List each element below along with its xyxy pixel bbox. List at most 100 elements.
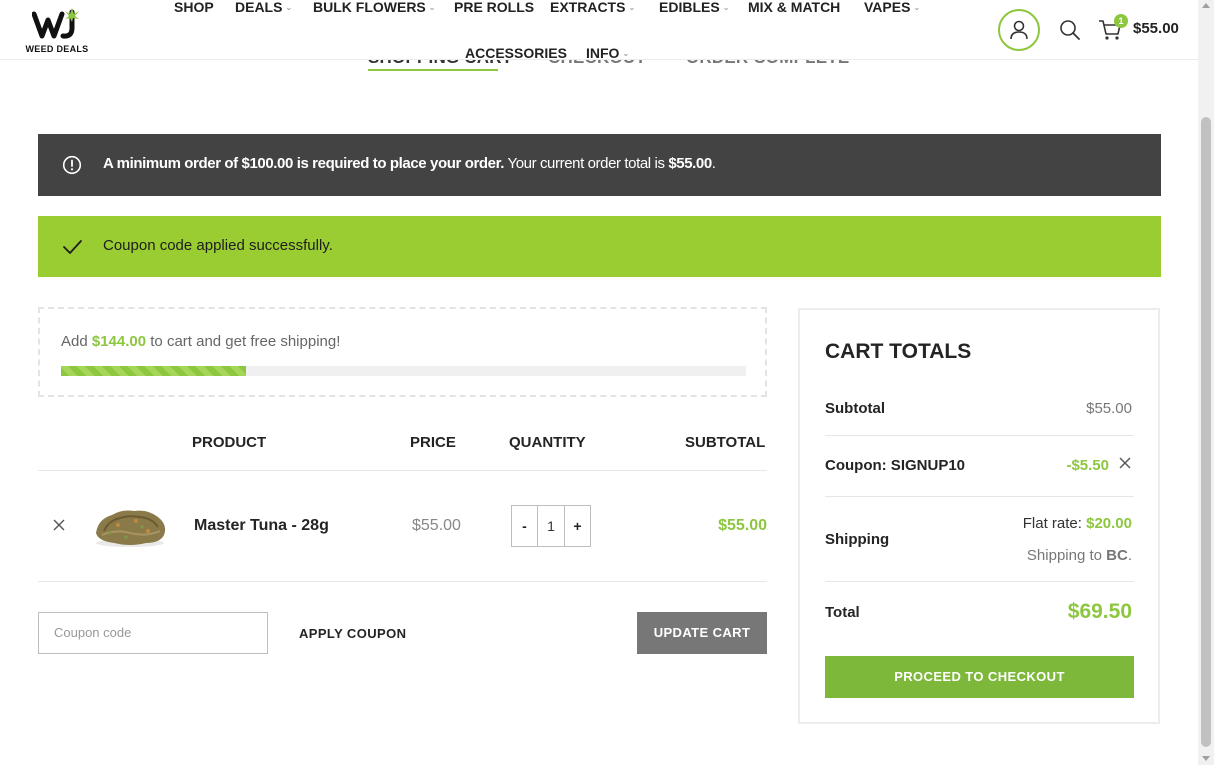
header-cart[interactable]: 1 $55.00 [1098, 14, 1188, 44]
minimum-order-text: A minimum order of $100.00 is required t… [103, 155, 716, 172]
update-cart-button[interactable]: UPDATE CART [637, 612, 767, 654]
free-shipping-progress-fill [61, 366, 246, 376]
shipping-destination: Shipping to BC. [1027, 547, 1132, 564]
logo-text: WEED DEALS [25, 44, 89, 54]
apply-coupon-button[interactable]: APPLY COUPON [299, 626, 406, 641]
header-cart-total: $55.00 [1133, 20, 1179, 37]
shipping-rate-value: $20.00 [1086, 515, 1132, 532]
nav-pre-rolls[interactable]: PRE ROLLS [454, 0, 534, 15]
coupon-success-text: Coupon code applied successfully. [103, 237, 333, 254]
page-scrollbar[interactable] [1198, 0, 1214, 765]
proceed-to-checkout-button[interactable]: PROCEED TO CHECKOUT [825, 656, 1134, 698]
chevron-down-icon: ⌄ [285, 3, 293, 12]
subtotal-label: Subtotal [825, 400, 885, 417]
user-icon [1010, 20, 1028, 40]
nav-extracts[interactable]: EXTRACTS ⌄ [550, 0, 635, 15]
coupon-discount-value: -$5.50 [1066, 457, 1109, 474]
minimum-order-body: Your current order total is [503, 155, 669, 172]
shipping-to-end: . [1127, 547, 1132, 564]
coupon-success-notice: Coupon code applied successfully. [38, 216, 1161, 277]
nav-accessories[interactable]: ACCESSORIES [465, 45, 567, 61]
account-button[interactable] [998, 9, 1040, 51]
quantity-stepper: - 1 + [511, 505, 591, 547]
minimum-order-notice: A minimum order of $100.00 is required t… [38, 134, 1161, 196]
remove-item-button[interactable] [50, 516, 68, 534]
chevron-down-icon: ⌄ [428, 3, 436, 12]
subtotal-value: $55.00 [1086, 400, 1132, 417]
chevron-down-icon: ⌄ [722, 3, 730, 12]
step-active-underline [368, 69, 498, 71]
close-icon [53, 519, 65, 531]
nav-accessories-label: ACCESSORIES [465, 45, 567, 61]
totals-divider [825, 581, 1134, 582]
nav-extracts-label: EXTRACTS [550, 0, 626, 15]
nav-deals-label: DEALS [235, 0, 283, 15]
nav-vapes-label: VAPES [864, 0, 911, 15]
site-header: WEED DEALS SHOP DEALS ⌄ BULK FLOWERS ⌄ PRE… [0, 0, 1198, 61]
product-price: $55.00 [412, 517, 461, 534]
col-header-price: PRICE [410, 434, 456, 451]
quantity-decrease-button[interactable]: - [512, 506, 537, 546]
nav-deals[interactable]: DEALS ⌄ [235, 0, 292, 15]
coupon-code-input[interactable]: Coupon code [38, 612, 268, 654]
col-header-product: PRODUCT [192, 434, 267, 451]
order-total-value: $69.50 [1067, 600, 1132, 623]
table-row-divider [38, 581, 767, 582]
table-header-divider [38, 470, 767, 471]
nav-shop-label: SHOP [174, 0, 214, 15]
minimum-order-amount: $55.00 [668, 155, 712, 172]
free-shipping-amount: $144.00 [91, 333, 147, 350]
search-icon [1060, 20, 1080, 40]
search-button[interactable] [1058, 18, 1082, 42]
quantity-increase-button[interactable]: + [565, 506, 590, 546]
shipping-rate: Flat rate: $20.00 [1023, 515, 1132, 532]
product-name-link[interactable]: Master Tuna - 28g [194, 517, 329, 535]
nav-vapes[interactable]: VAPES ⌄ [864, 0, 920, 15]
product-thumbnail[interactable] [90, 503, 170, 549]
coupon-label: Coupon: SIGNUP10 [825, 457, 966, 474]
free-shipping-progress-bar [61, 366, 746, 376]
chevron-down-icon: ⌄ [628, 3, 636, 12]
nav-bulk-flowers[interactable]: BULK FLOWERS ⌄ [313, 0, 435, 15]
shipping-to-label: Shipping to [1026, 547, 1107, 564]
nav-edibles[interactable]: EDIBLES ⌄ [659, 0, 729, 15]
nav-pre-rolls-label: PRE ROLLS [454, 0, 535, 15]
free-shipping-message: Add $144.00 to cart and get free shippin… [61, 333, 340, 350]
checkmark-icon [63, 240, 82, 254]
scrollbar-thumb[interactable] [1201, 117, 1211, 747]
nav-shop[interactable]: SHOP [174, 0, 214, 15]
shipping-rate-label: Flat rate: [1022, 515, 1087, 532]
scroll-down-arrow-icon[interactable] [1202, 756, 1210, 761]
main-nav: SHOP DEALS ⌄ BULK FLOWERS ⌄ PRE ROLLS EXTR… [162, 0, 942, 61]
quantity-input[interactable]: 1 [537, 506, 565, 546]
nav-mix-match-label: MIX & MATCH [748, 0, 841, 15]
totals-divider [825, 435, 1134, 436]
col-header-quantity: QUANTITY [509, 434, 586, 451]
cart-count-badge: 1 [1114, 14, 1128, 28]
site-logo[interactable]: WEED DEALS [20, 8, 94, 54]
nav-mix-match[interactable]: MIX & MATCH [748, 0, 840, 15]
free-shipping-suffix: to cart and get free shipping! [146, 333, 341, 350]
nav-info[interactable]: INFO ⌄ [586, 45, 629, 61]
minimum-order-bold: A minimum order of $100.00 is required t… [103, 155, 504, 172]
shipping-label: Shipping [825, 531, 890, 548]
free-shipping-box: Add $144.00 to cart and get free shippin… [38, 307, 767, 397]
nav-info-label: INFO [586, 45, 620, 61]
scroll-up-arrow-icon[interactable] [1202, 3, 1210, 8]
remove-coupon-button[interactable] [1118, 456, 1132, 470]
chevron-down-icon: ⌄ [622, 49, 630, 58]
product-subtotal: $55.00 [718, 517, 767, 534]
close-icon [1119, 457, 1131, 469]
free-shipping-prefix: Add [61, 333, 92, 350]
cart-totals-title: CART TOTALS [825, 340, 972, 363]
shipping-to-value: BC [1106, 547, 1128, 564]
total-label: Total [825, 604, 860, 621]
chevron-down-icon: ⌄ [913, 3, 921, 12]
nav-edibles-label: EDIBLES [659, 0, 720, 15]
minimum-order-end: . [711, 155, 716, 172]
cart-totals-panel: CART TOTALS Subtotal $55.00 Coupon: SIGN… [798, 308, 1160, 724]
col-header-subtotal: SUBTOTAL [685, 434, 766, 451]
totals-divider [825, 496, 1134, 497]
logo-mark-icon [32, 8, 79, 39]
alert-circle-icon [62, 155, 82, 175]
